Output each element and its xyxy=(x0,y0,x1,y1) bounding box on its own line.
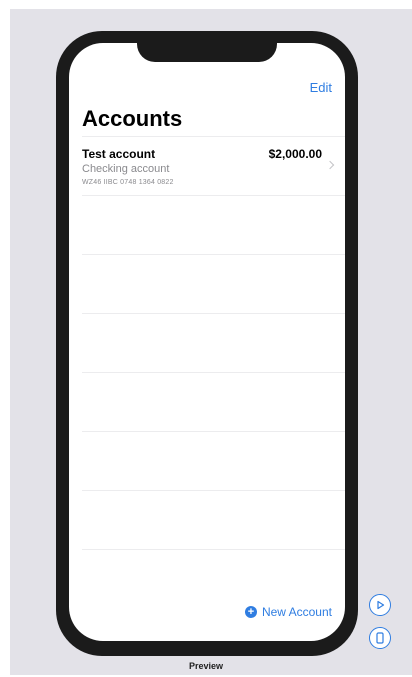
account-row[interactable]: Test account Checking account WZ46 IIBC … xyxy=(82,136,345,195)
account-balance: $2,000.00 xyxy=(268,147,322,161)
empty-row xyxy=(82,372,345,431)
new-account-button[interactable]: + New Account xyxy=(244,605,332,619)
accounts-list: Test account Checking account WZ46 IIBC … xyxy=(82,136,345,608)
preview-label: Preview xyxy=(188,661,224,671)
empty-row xyxy=(82,254,345,313)
device-notch xyxy=(137,40,277,62)
new-account-label: New Account xyxy=(261,605,332,619)
play-circle-icon xyxy=(377,600,385,610)
account-iban: WZ46 IIBC 0748 1364 0822 xyxy=(82,179,174,186)
chevron-right-icon xyxy=(325,160,335,170)
page-title: Accounts xyxy=(82,106,183,131)
device-icon xyxy=(376,632,384,644)
empty-row xyxy=(82,490,345,549)
empty-row xyxy=(82,549,345,608)
edit-button[interactable]: Edit xyxy=(310,80,332,95)
account-type: Checking account xyxy=(82,163,170,175)
account-name: Test account xyxy=(82,147,156,161)
device-screen: Edit Accounts Test account Checking acco… xyxy=(69,43,345,641)
plus-circle-icon: + xyxy=(244,606,257,618)
device-settings-button[interactable] xyxy=(369,627,391,649)
empty-row xyxy=(82,313,345,372)
empty-row xyxy=(82,431,345,490)
empty-row xyxy=(82,195,345,254)
live-preview-button[interactable] xyxy=(369,594,391,616)
